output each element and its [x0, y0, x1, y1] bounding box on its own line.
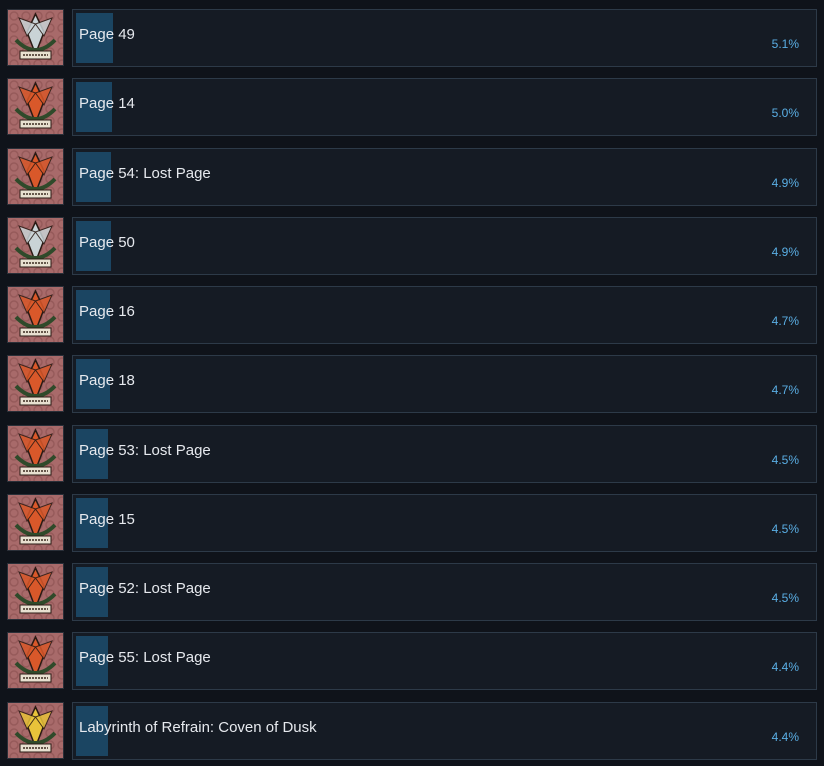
achievement-panel: Page 50 4.9%: [72, 217, 817, 275]
gold-crest-icon: [7, 702, 64, 759]
achievement-row[interactable]: Page 15 4.5%: [0, 494, 824, 552]
achievement-title: Page 18: [79, 372, 135, 389]
achievement-panel: Labyrinth of Refrain: Coven of Dusk 4.4%: [72, 702, 817, 760]
achievement-title: Page 55: Lost Page: [79, 649, 211, 666]
achievement-row[interactable]: Page 55: Lost Page 4.4%: [0, 632, 824, 690]
achievement-panel: Page 14 5.0%: [72, 78, 817, 136]
silver-crest-icon: [7, 9, 64, 66]
red-crest-icon: [7, 78, 64, 135]
achievement-panel: Page 52: Lost Page 4.5%: [72, 563, 817, 621]
achievement-panel: Page 49 5.1%: [72, 9, 817, 67]
achievement-row[interactable]: Page 49 5.1%: [0, 9, 824, 67]
unlock-percent: 4.4%: [771, 660, 799, 674]
achievement-title: Page 15: [79, 511, 135, 528]
silver-crest-icon: [7, 217, 64, 274]
achievement-title: Page 14: [79, 95, 135, 112]
achievement-row[interactable]: Page 52: Lost Page 4.5%: [0, 563, 824, 621]
red-crest-icon: [7, 563, 64, 620]
achievement-title: Page 49: [79, 26, 135, 43]
red-crest-icon: [7, 632, 64, 689]
achievement-title: Labyrinth of Refrain: Coven of Dusk: [79, 719, 317, 736]
achievement-title: Page 16: [79, 303, 135, 320]
unlock-percent: 5.1%: [771, 37, 799, 51]
achievement-panel: Page 53: Lost Page 4.5%: [72, 425, 817, 483]
achievement-row[interactable]: Page 18 4.7%: [0, 355, 824, 413]
achievement-row[interactable]: Page 54: Lost Page 4.9%: [0, 148, 824, 206]
unlock-percent: 4.7%: [771, 314, 799, 328]
red-crest-icon: [7, 494, 64, 551]
red-crest-icon: [7, 355, 64, 412]
unlock-percent: 4.5%: [771, 453, 799, 467]
red-crest-icon: [7, 425, 64, 482]
unlock-percent: 5.0%: [771, 106, 799, 120]
unlock-percent: 4.9%: [771, 176, 799, 190]
achievement-panel: Page 15 4.5%: [72, 494, 817, 552]
achievement-row[interactable]: Page 50 4.9%: [0, 217, 824, 275]
unlock-percent: 4.4%: [771, 730, 799, 744]
unlock-percent: 4.5%: [771, 591, 799, 605]
achievement-title: Page 54: Lost Page: [79, 165, 211, 182]
achievement-panel: Page 16 4.7%: [72, 286, 817, 344]
unlock-percent: 4.9%: [771, 245, 799, 259]
achievement-panel: Page 18 4.7%: [72, 355, 817, 413]
unlock-percent: 4.5%: [771, 522, 799, 536]
red-crest-icon: [7, 286, 64, 343]
achievement-panel: Page 55: Lost Page 4.4%: [72, 632, 817, 690]
achievement-title: Page 50: [79, 234, 135, 251]
achievement-title: Page 52: Lost Page: [79, 580, 211, 597]
achievement-panel: Page 54: Lost Page 4.9%: [72, 148, 817, 206]
red-crest-icon: [7, 148, 64, 205]
achievement-row[interactable]: Page 14 5.0%: [0, 78, 824, 136]
achievement-row[interactable]: Page 53: Lost Page 4.5%: [0, 425, 824, 483]
achievement-row[interactable]: Labyrinth of Refrain: Coven of Dusk 4.4%: [0, 702, 824, 760]
achievement-row[interactable]: Page 16 4.7%: [0, 286, 824, 344]
achievement-title: Page 53: Lost Page: [79, 442, 211, 459]
unlock-percent: 4.7%: [771, 383, 799, 397]
